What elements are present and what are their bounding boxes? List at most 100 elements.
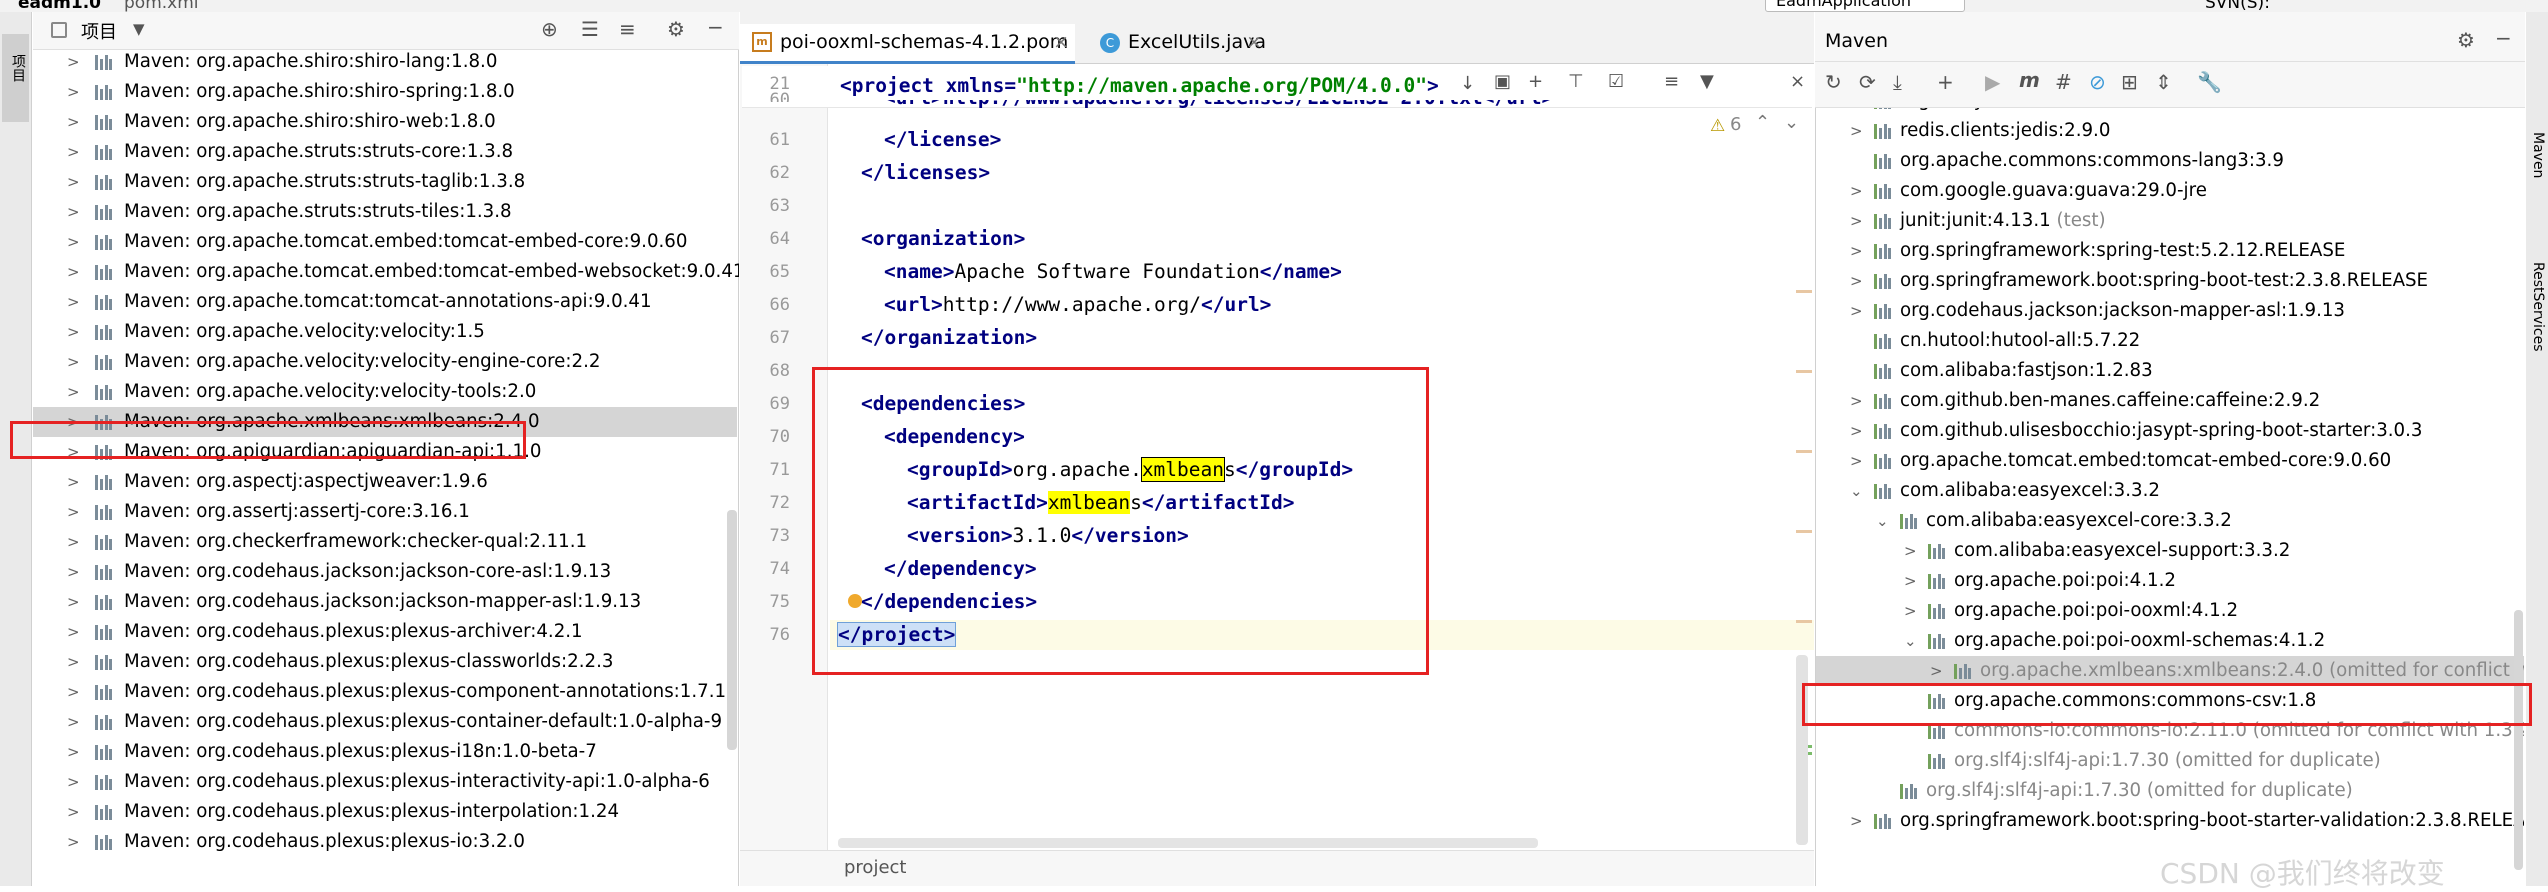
maven-tree-item[interactable]: ⌄ org.apache.poi:poi-ooxml-schemas:4.1.2 [1816,626,2524,656]
chevron-right-icon[interactable]: > [67,527,80,557]
maven-tree-item[interactable]: > com.github.ulisesbocchio:jasypt-spring-… [1816,416,2524,446]
chevron-right-icon[interactable]: > [67,647,80,677]
maven-tree-item[interactable]: > org.apache.poi:poi:4.1.2 [1816,566,2524,596]
chevron-right-icon[interactable]: > [67,587,80,617]
maven-tree-item[interactable]: > org.codehaus.jackson:jackson-mapper-asl… [1816,296,2524,326]
editor-h-scrollbar[interactable] [838,838,1538,848]
maven-tree-item[interactable]: > com.alibaba:easyexcel-support:3.3.2 [1816,536,2524,566]
close-sticky-icon[interactable]: × [1790,71,1805,92]
tree-item[interactable]: > Maven: org.assertj:assertj-core:3.16.1 [33,497,737,527]
tree-item[interactable]: > Maven: org.codehaus.plexus:plexus-i18n:… [33,737,737,767]
maven-tree-item[interactable]: ⌄ com.alibaba:easyexcel-core:3.3.2 [1816,506,2524,536]
chevron-down-icon[interactable]: ⌄ [1850,476,1863,506]
chevron-right-icon[interactable]: > [1850,446,1863,476]
chevron-right-icon[interactable]: > [1850,206,1863,236]
close-tab-icon[interactable]: × [1246,24,1262,60]
chevron-right-icon[interactable]: > [67,287,80,317]
filter-icon[interactable]: ▼ [1700,71,1714,92]
maven-goal-icon[interactable]: m [2019,68,2040,92]
maven-tree-item[interactable]: >org.crazycake:shiro-redis:3.3.1 [1816,108,2524,116]
maven-tree-item[interactable]: org.apache.commons:commons-lang3:3.9 [1816,146,2524,176]
expand-all-icon[interactable]: ☰ [581,17,599,41]
align-icon[interactable]: ≡ [1664,71,1679,92]
chevron-right-icon[interactable]: > [67,377,80,407]
chevron-right-icon[interactable]: > [1850,176,1863,206]
download-icon[interactable]: ⤓ [1893,70,1902,94]
tree-item[interactable]: > Maven: org.aspectj:aspectjweaver:1.9.6 [33,467,737,497]
maven-tree-item[interactable]: > com.github.ben-manes.caffeine:caffeine:… [1816,386,2524,416]
tree-icon[interactable]: ⊤ [1568,71,1584,92]
chevron-right-icon[interactable]: > [1850,116,1863,146]
tree-item[interactable]: > Maven: org.codehaus.plexus:plexus-inter… [33,767,737,797]
tree-item[interactable]: > Maven: org.apache.velocity:velocity:1.5 [33,317,737,347]
tree-item[interactable]: > Maven: org.codehaus.jackson:jackson-cor… [33,557,737,587]
warning-icon[interactable]: ⚠ [1710,116,1725,136]
maven-tree-item[interactable]: > junit:junit:4.13.1 (test) [1816,206,2524,236]
minimize-icon[interactable]: − [2495,26,2512,50]
chevron-right-icon[interactable]: > [1850,416,1863,446]
collapse-all-icon[interactable]: ≡ [619,17,636,41]
tree-item[interactable]: > Maven: org.codehaus.plexus:plexus-class… [33,647,737,677]
chevron-right-icon[interactable]: > [67,227,80,257]
chevron-right-icon[interactable]: > [1850,806,1863,836]
tree-item[interactable]: > Maven: org.codehaus.jackson:jackson-map… [33,587,737,617]
run-icon[interactable]: ▶ [1985,70,2000,94]
chevron-right-icon[interactable]: > [67,317,80,347]
chevron-down-icon[interactable]: ⌄ [1876,506,1889,536]
reimport-icon[interactable]: ⟳ [1859,70,1876,94]
tree-item[interactable]: > Maven: org.apache.shiro:shiro-spring:1.… [33,77,737,107]
window-icon[interactable]: ▣ [1494,71,1511,92]
maven-tree-item[interactable]: > redis.clients:jedis:2.9.0 [1816,116,2524,146]
chevron-right-icon[interactable]: > [1850,386,1863,416]
tree-item[interactable]: > Maven: org.codehaus.plexus:plexus-io:3.… [33,827,737,857]
locate-icon[interactable]: ⊕ [541,17,558,41]
tree-item[interactable]: > Maven: org.apache.tomcat.embed:tomcat-e… [33,227,737,257]
prev-highlight-icon[interactable]: ⌃ [1755,112,1770,133]
tree-item[interactable]: > Maven: org.codehaus.plexus:plexus-inter… [33,797,737,827]
tree-item[interactable]: > Maven: org.checkerframework:checker-qua… [33,527,737,557]
maven-tree-item[interactable]: com.alibaba:fastjson:1.2.83 [1816,356,2524,386]
arrow-down-icon[interactable]: ↓ [1460,73,1475,94]
chevron-right-icon[interactable]: > [67,557,80,587]
tab-pom[interactable]: m poi-ooxml-schemas-4.1.2.pom × [740,24,1075,64]
view-dropdown-icon[interactable]: ▼ [133,20,145,38]
chevron-right-icon[interactable]: > [1904,566,1917,596]
maven-tree-item[interactable]: cn.hutool:hutool-all:5.7.22 [1816,326,2524,356]
maven-tool-tab[interactable]: Maven [2530,132,2546,178]
tree-item[interactable]: > Maven: org.apache.struts:struts-taglib:… [33,167,737,197]
tree-item[interactable]: > Maven: org.apache.struts:struts-core:1.… [33,137,737,167]
reload-icon[interactable]: ↻ [1825,70,1842,94]
chevron-right-icon[interactable]: > [1904,536,1917,566]
maven-tree-item[interactable]: > org.apache.xmlbeans:xmlbeans:2.4.0 (omi… [1816,656,2524,686]
chevron-right-icon[interactable]: > [67,767,80,797]
chevron-right-icon[interactable]: > [67,737,80,767]
chevron-right-icon[interactable]: > [1930,656,1943,686]
maven-tree-item[interactable]: > org.apache.poi:poi-ooxml:4.1.2 [1816,596,2524,626]
tree-item[interactable]: > Maven: org.apache.velocity:velocity-eng… [33,347,737,377]
chevron-right-icon[interactable]: > [67,467,80,497]
tree-item[interactable]: > Maven: org.apache.shiro:shiro-web:1.8.0 [33,107,737,137]
chevron-right-icon[interactable]: > [67,347,80,377]
maven-tree-item[interactable]: > com.google.guava:guava:29.0-jre [1816,176,2524,206]
add-icon[interactable]: + [1528,71,1543,92]
tree-item[interactable]: > Maven: org.codehaus.plexus:plexus-archi… [33,617,737,647]
restservices-tool-tab[interactable]: RestServices [2530,262,2546,352]
chevron-right-icon[interactable]: > [1850,266,1863,296]
chevron-right-icon[interactable]: > [67,617,80,647]
diagram-icon[interactable]: ⊞ [2121,70,2138,94]
maven-tree-item[interactable]: ⌄ com.alibaba:easyexcel:3.3.2 [1816,476,2524,506]
maven-tree-item[interactable]: > org.springframework.boot:spring-boot-st… [1816,806,2524,836]
maven-tree-item[interactable]: > org.springframework:spring-test:5.2.12.… [1816,236,2524,266]
chevron-down-icon[interactable]: ⌄ [1904,626,1917,656]
chevron-right-icon[interactable]: > [67,257,80,287]
tree-item[interactable]: > Maven: org.codehaus.plexus:plexus-compo… [33,677,737,707]
chevron-right-icon[interactable]: > [67,827,80,857]
maven-scrollbar[interactable] [2514,610,2523,870]
tree-item[interactable]: > Maven: org.apache.velocity:velocity-too… [33,377,737,407]
minimize-icon[interactable]: − [707,15,724,39]
chevron-right-icon[interactable]: > [67,137,80,167]
close-tab-icon[interactable]: × [1053,24,1069,60]
project-tool-tab[interactable]: 项目 [2,34,29,122]
tab-excelutils[interactable]: C ExcelUtils.java × [1088,24,1268,64]
maven-tree-item[interactable]: org.slf4j:slf4j-api:1.7.30 (omitted for … [1816,776,2524,806]
